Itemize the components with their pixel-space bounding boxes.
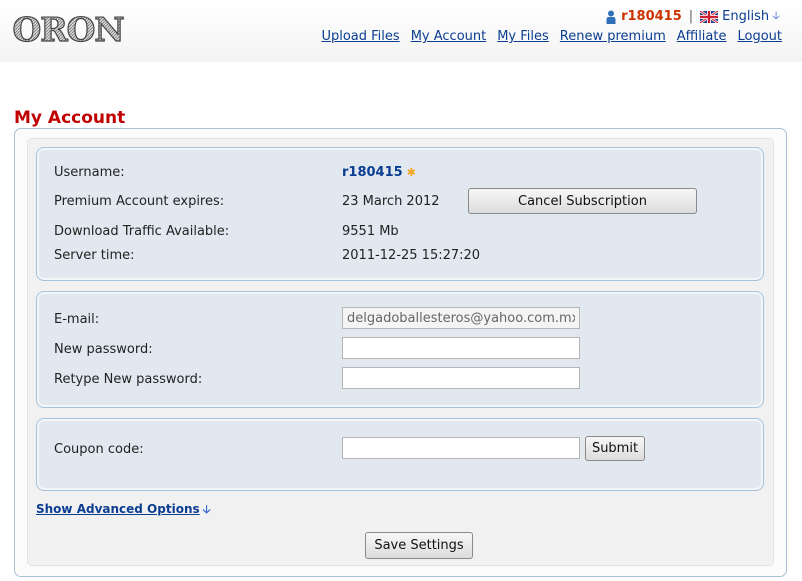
oron-logo[interactable]: ORON: [12, 6, 125, 50]
credentials-panel: E-mail: New password: Retype New passwor…: [36, 291, 764, 408]
nav-logout[interactable]: Logout: [737, 29, 782, 44]
email-field[interactable]: [342, 307, 580, 329]
oron-logo-graphic: ORON: [12, 9, 125, 49]
nav-my-account[interactable]: My Account: [411, 29, 487, 44]
main-nav: Upload Files My Account My Files Renew p…: [321, 29, 782, 44]
username-text: r180415: [342, 165, 403, 180]
retype-password-label: Retype New password:: [54, 372, 203, 387]
nav-affiliate[interactable]: Affiliate: [677, 29, 727, 44]
svg-text:ORON: ORON: [12, 10, 123, 49]
save-settings-button[interactable]: Save Settings: [365, 532, 473, 559]
header-separator: |: [688, 9, 694, 24]
premium-star-icon: ✱: [406, 166, 416, 179]
header-username[interactable]: r180415: [621, 9, 682, 24]
server-time-label: Server time:: [54, 248, 135, 263]
language-selector[interactable]: English: [722, 9, 769, 24]
coupon-panel: Coupon code: Submit: [36, 418, 764, 491]
advanced-options-label[interactable]: Show Advanced Options: [36, 502, 200, 516]
new-password-label: New password:: [54, 342, 153, 357]
new-password-field[interactable]: [342, 337, 580, 359]
username-label: Username:: [54, 165, 125, 180]
username-value: r180415 ✱: [342, 165, 416, 180]
account-form-inner: Username: r180415 ✱ Premium Account expir…: [27, 138, 774, 566]
top-header: ORON r180415 | English 🡣 Upload Files My…: [0, 0, 802, 62]
premium-expires-label: Premium Account expires:: [54, 194, 225, 209]
email-label: E-mail:: [54, 312, 100, 327]
submit-coupon-button[interactable]: Submit: [585, 436, 645, 461]
cancel-subscription-button[interactable]: Cancel Subscription: [468, 188, 697, 214]
page-title: My Account: [14, 108, 126, 128]
premium-expires-value: 23 March 2012: [342, 194, 440, 209]
coupon-field[interactable]: [342, 437, 580, 459]
coupon-label: Coupon code:: [54, 442, 144, 457]
traffic-label: Download Traffic Available:: [54, 224, 230, 239]
user-icon: [606, 10, 616, 24]
uk-flag-icon: [699, 9, 719, 24]
traffic-value: 9551 Mb: [342, 224, 399, 239]
arrow-down-icon[interactable]: 🡣: [203, 501, 211, 520]
retype-password-field[interactable]: [342, 367, 580, 389]
user-bar: r180415 | English 🡣: [606, 7, 780, 26]
arrow-down-icon[interactable]: 🡣: [772, 7, 780, 26]
nav-renew-premium[interactable]: Renew premium: [560, 29, 666, 44]
account-form-container: Username: r180415 ✱ Premium Account expir…: [14, 128, 787, 577]
nav-upload-files[interactable]: Upload Files: [321, 29, 399, 44]
server-time-value: 2011-12-25 15:27:20: [342, 248, 481, 263]
show-advanced-options-link[interactable]: Show Advanced Options 🡣: [36, 501, 211, 520]
nav-my-files[interactable]: My Files: [497, 29, 549, 44]
account-info-panel: Username: r180415 ✱ Premium Account expir…: [36, 147, 764, 281]
